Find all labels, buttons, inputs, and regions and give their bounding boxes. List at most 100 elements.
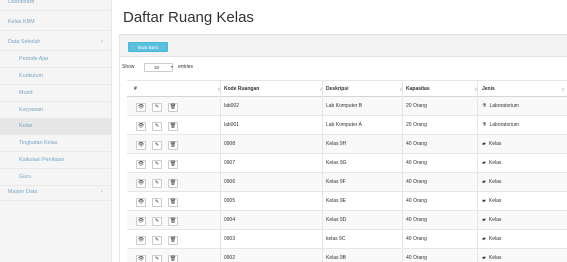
column-header[interactable]: Kapasitas (406, 81, 430, 98)
edit-button[interactable]: ✎ (152, 122, 162, 131)
edit-button[interactable]: ✎ (152, 198, 162, 207)
book-icon: ▰ (482, 141, 486, 147)
trash-icon: 🗑 (169, 237, 177, 243)
sidebar-item-label: Kurikulum (19, 73, 43, 79)
edit-button[interactable]: ✎ (152, 236, 162, 245)
trash-icon: 🗑 (169, 256, 177, 262)
view-button[interactable]: 👁 (136, 179, 146, 188)
book-icon: ▰ (482, 236, 486, 242)
sidebar-item-kalkulasi-penilaian[interactable]: Kalkulasi Penilaian (0, 152, 112, 169)
view-button[interactable]: 👁 (136, 103, 146, 112)
sidebar-item-periode-ajar[interactable]: Periode Ajar (0, 51, 112, 68)
delete-button[interactable]: 🗑 (168, 179, 178, 188)
column-header[interactable]: Deskripsi (326, 81, 349, 98)
delete-button[interactable]: 🗑 (168, 103, 178, 112)
add-new-button[interactable]: Buat Baru (128, 42, 168, 52)
table-row: 👁 ✎ 🗑 0902 Kelas 9B 40 Orang ▰ Kelas (127, 249, 567, 262)
delete-button[interactable]: 🗑 (168, 141, 178, 150)
cell-kapasitas: 40 Orang (406, 217, 427, 223)
cell-kapasitas: 40 Orang (406, 198, 427, 204)
panel-header: Buat Baru (120, 35, 567, 57)
delete-button[interactable]: 🗑 (168, 217, 178, 226)
book-icon: ▰ (482, 255, 486, 261)
trash-icon: 🗑 (169, 161, 177, 167)
show-label: Show (122, 64, 135, 70)
cell-deskripsi: Kelas 9F (326, 179, 346, 185)
chevron-left-icon: ‹ (101, 39, 103, 45)
cell-kode: lab002 (224, 103, 240, 109)
view-button[interactable]: 👁 (136, 236, 146, 245)
sidebar-item-dashboard[interactable]: Dashboard (0, 0, 112, 11)
trash-icon: 🗑 (169, 104, 177, 110)
edit-button[interactable]: ✎ (152, 217, 162, 226)
eye-icon: 👁 (137, 237, 145, 243)
sidebar-item-data-sekolah[interactable]: Data Sekolah ‹ (0, 34, 112, 51)
jenis-label: Kelas (488, 217, 502, 223)
delete-button[interactable]: 🗑 (168, 236, 178, 245)
trash-icon: 🗑 (169, 123, 177, 129)
jenis-label: Kelas (488, 179, 502, 185)
edit-button[interactable]: ✎ (152, 103, 162, 112)
delete-button[interactable]: 🗑 (168, 255, 178, 262)
sidebar: Dashboard Kelas KBM Data Sekolah ‹ Periode A… (0, 0, 112, 262)
delete-button[interactable]: 🗑 (168, 122, 178, 131)
edit-button[interactable]: ✎ (152, 179, 162, 188)
eye-icon: 👁 (137, 161, 145, 167)
edit-button[interactable]: ✎ (152, 160, 162, 169)
trash-icon: 🗑 (169, 180, 177, 186)
edit-button[interactable]: ✎ (152, 141, 162, 150)
cell-kode: 0902 (224, 255, 236, 261)
sort-icon[interactable]: ⇵ (561, 81, 565, 98)
table-row: 👁 ✎ 🗑 0904 Kelas 9D 40 Orang ▰ Kelas (127, 211, 567, 230)
pencil-icon: ✎ (154, 123, 160, 129)
sidebar-item-tingkatan-kelas[interactable]: Tingkatan Kelas (0, 135, 112, 152)
view-button[interactable]: 👁 (136, 255, 146, 262)
trash-icon: 🗑 (169, 142, 177, 148)
eye-icon: 👁 (137, 123, 145, 129)
entries-length-select[interactable]: 10 ▾ (144, 63, 173, 72)
cell-deskripsi: Lab Komputer B (326, 103, 363, 109)
cell-jenis: ▰ Kelas (482, 211, 501, 230)
view-button[interactable]: 👁 (136, 122, 146, 131)
cell-jenis: ▰ Kelas (482, 192, 501, 211)
sidebar-item-label: Periode Ajar (19, 56, 49, 62)
jenis-label: Laboratorium (489, 122, 519, 128)
pencil-icon: ✎ (154, 104, 160, 110)
delete-button[interactable]: 🗑 (168, 198, 178, 207)
view-button[interactable]: 👁 (136, 217, 146, 226)
cell-jenis: ▰ Kelas (482, 249, 501, 262)
page-title: Daftar Ruang Kelas (123, 9, 254, 26)
pencil-icon: ✎ (154, 199, 160, 205)
sidebar-item-murid[interactable]: Murid (0, 85, 112, 102)
delete-button[interactable]: 🗑 (168, 160, 178, 169)
column-divider (220, 80, 221, 262)
cell-kode: 0903 (224, 236, 236, 242)
cell-kode: lab001 (224, 122, 240, 128)
table-row: 👁 ✎ 🗑 0905 Kelas 9E 40 Orang ▰ Kelas (127, 192, 567, 211)
view-button[interactable]: 👁 (136, 141, 146, 150)
view-button[interactable]: 👁 (136, 198, 146, 207)
eye-icon: 👁 (137, 199, 145, 205)
sidebar-item-master-data[interactable]: Master Data ‹ (0, 184, 112, 201)
jenis-label: Kelas (488, 255, 502, 261)
pencil-icon: ✎ (154, 256, 160, 262)
jenis-label: Kelas (488, 141, 502, 147)
sidebar-item-karyawan[interactable]: Karyawan (0, 102, 112, 119)
trash-icon: 🗑 (169, 199, 177, 205)
view-button[interactable]: 👁 (136, 160, 146, 169)
sidebar-item-kelas[interactable]: Kelas (0, 118, 112, 135)
table-row: 👁 ✎ 🗑 0906 Kelas 9F 40 Orang ▰ Kelas (127, 173, 567, 192)
jenis-label: Kelas (488, 198, 502, 204)
sidebar-item-label: Kelas (19, 123, 33, 129)
column-header[interactable]: # (134, 81, 137, 98)
edit-button[interactable]: ✎ (152, 255, 162, 262)
pencil-icon: ✎ (154, 142, 160, 148)
cell-kapasitas: 40 Orang (406, 141, 427, 147)
sidebar-item-kurikulum[interactable]: Kurikulum (0, 68, 112, 85)
column-header[interactable]: Kode Ruangan (224, 81, 259, 98)
entries-label: entries (178, 64, 194, 70)
column-header[interactable]: Jenis (482, 81, 495, 98)
entries-length-value: 10 (154, 65, 160, 70)
sidebar-item-kelas-kbm[interactable]: Kelas KBM (0, 14, 112, 31)
cell-deskripsi: Kelas 9E (326, 198, 347, 204)
